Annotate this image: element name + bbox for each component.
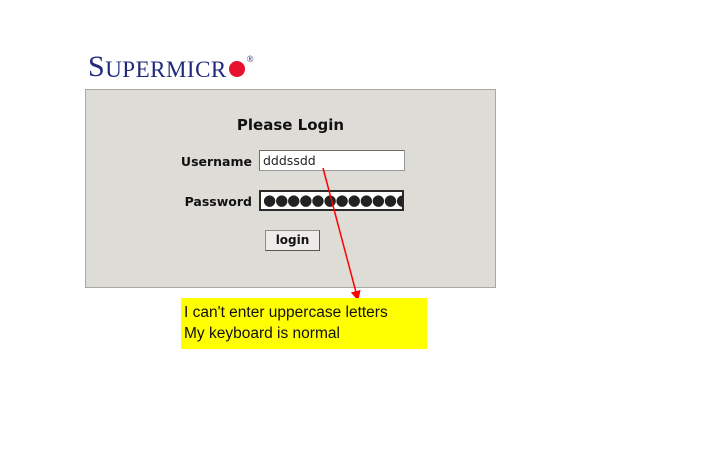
annotation-line-1: I can't enter uppercase letters — [184, 304, 388, 321]
annotation-line-2: My keyboard is normal — [184, 325, 340, 342]
annotation-arrow-icon — [322, 167, 361, 301]
annotation-note: I can't enter uppercase letters My keybo… — [181, 298, 427, 349]
